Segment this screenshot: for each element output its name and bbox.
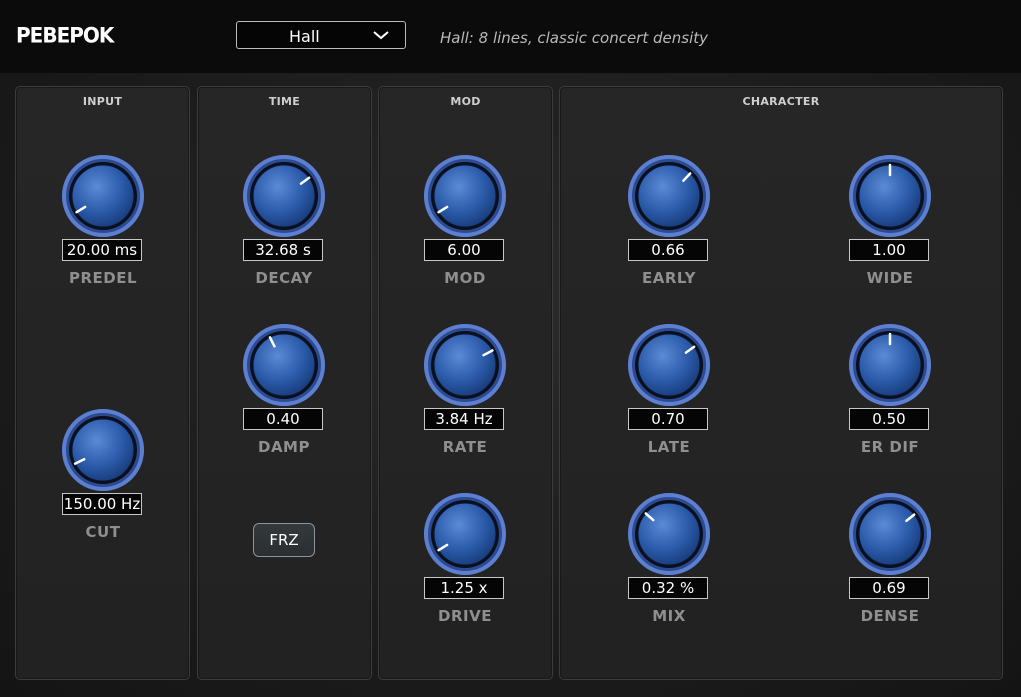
- dense-knob[interactable]: [847, 491, 933, 577]
- mix-value[interactable]: 0.32 %: [628, 577, 708, 599]
- panel-title-mod: MOD: [450, 95, 481, 108]
- mix-knob[interactable]: [626, 491, 712, 577]
- decay-knob[interactable]: [241, 153, 327, 239]
- early-value[interactable]: 0.66: [628, 239, 708, 261]
- erdif-label: ER DIF: [860, 438, 920, 456]
- erdif-knob[interactable]: [847, 322, 933, 408]
- damp-label: DAMP: [258, 438, 310, 456]
- preset-description: Hall: 8 lines, classic concert density: [440, 29, 709, 47]
- mod-knob[interactable]: [422, 153, 508, 239]
- dense-label: DENSE: [860, 607, 920, 625]
- preset-dropdown[interactable]: Hall: [236, 21, 406, 49]
- app-logo: PEBEPOK: [16, 22, 114, 48]
- predel-value[interactable]: 20.00 ms: [62, 239, 142, 261]
- late-knob[interactable]: [626, 322, 712, 408]
- drive-knob[interactable]: [422, 491, 508, 577]
- cut-value[interactable]: 150.00 Hz: [62, 493, 142, 515]
- rate-label: RATE: [442, 438, 488, 456]
- top-bar: PEBEPOK Hall Hall: 8 lines, classic conc…: [0, 0, 1021, 73]
- chevron-down-icon: [373, 31, 389, 40]
- damp-knob[interactable]: [241, 322, 327, 408]
- dense-value[interactable]: 0.69: [849, 577, 929, 599]
- panel-title-time: TIME: [268, 95, 301, 108]
- mod-label: MOD: [444, 269, 486, 287]
- predel-knob[interactable]: [60, 153, 146, 239]
- damp-value[interactable]: 0.40: [243, 408, 323, 430]
- wide-label: WIDE: [866, 269, 914, 287]
- predel-label: PREDEL: [68, 269, 138, 287]
- rate-knob[interactable]: [422, 322, 508, 408]
- cut-label: CUT: [85, 523, 121, 541]
- panel-title-character: CHARACTER: [742, 95, 820, 108]
- panel-title-input: INPUT: [82, 95, 123, 108]
- mod-value[interactable]: 6.00: [424, 239, 504, 261]
- early-label: EARLY: [642, 269, 696, 287]
- cut-knob[interactable]: [60, 407, 146, 493]
- mix-label: MIX: [652, 607, 686, 625]
- wide-knob[interactable]: [847, 153, 933, 239]
- rate-value[interactable]: 3.84 Hz: [424, 408, 504, 430]
- erdif-value[interactable]: 0.50: [849, 408, 929, 430]
- freeze-button[interactable]: FRZ: [253, 523, 315, 557]
- drive-label: DRIVE: [438, 607, 492, 625]
- late-label: LATE: [647, 438, 691, 456]
- decay-value[interactable]: 32.68 s: [243, 239, 323, 261]
- preset-value: Hall: [289, 27, 320, 46]
- late-value[interactable]: 0.70: [628, 408, 708, 430]
- early-knob[interactable]: [626, 153, 712, 239]
- decay-label: DECAY: [255, 269, 313, 287]
- wide-value[interactable]: 1.00: [849, 239, 929, 261]
- drive-value[interactable]: 1.25 x: [424, 577, 504, 599]
